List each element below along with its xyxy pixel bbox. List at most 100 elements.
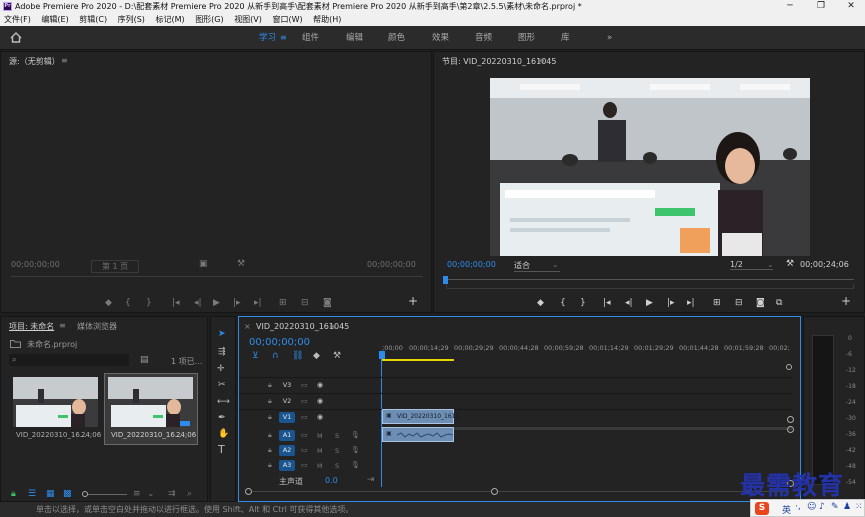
master-track-value[interactable]: 0.0 — [325, 476, 338, 485]
program-timecode-left[interactable]: 00;00;00;00 — [447, 260, 496, 269]
add-marker-icon[interactable]: ◆ — [313, 351, 320, 361]
chevron-down-icon[interactable]: ⌄ — [767, 260, 774, 269]
lock-icon[interactable]: 🔒︎ — [268, 445, 272, 455]
chevron-down-icon[interactable]: ⌄ — [552, 260, 559, 269]
source-play-icon[interactable]: ▶ — [213, 298, 220, 308]
track-label-a3[interactable]: A3 — [279, 460, 295, 471]
grid-icon[interactable]: ⁙ — [855, 502, 863, 512]
source-goto-in-icon[interactable]: |◂ — [172, 298, 180, 308]
workspace-tab-effects[interactable]: 效果 — [432, 26, 449, 50]
eye-icon[interactable]: ◉ — [317, 396, 323, 406]
program-zoom-bar[interactable] — [446, 284, 854, 289]
panel-menu-icon[interactable]: ≡ — [538, 56, 545, 65]
close-button[interactable]: ✕ — [836, 0, 865, 13]
audio-clip[interactable]: ▣ — [382, 427, 454, 442]
shirt-icon[interactable]: ♟ — [843, 502, 851, 512]
panel-menu-icon[interactable]: ≡ — [329, 322, 336, 331]
workspace-tab-learn[interactable]: 学习 — [259, 26, 276, 50]
track-label-v1[interactable]: V1 — [279, 412, 295, 423]
source-step-back-icon[interactable]: ◂| — [194, 298, 202, 308]
program-playhead[interactable] — [443, 276, 448, 284]
lock-icon[interactable]: 🔒︎ — [268, 396, 272, 406]
program-marker-icon[interactable]: ◆ — [537, 298, 544, 308]
master-track-label[interactable]: 主声道 — [279, 476, 303, 487]
sogou-ime-icon[interactable]: S — [755, 502, 769, 515]
menu-graphics[interactable]: 图形(G) — [195, 13, 223, 26]
microphone-icon[interactable]: 🎙︎ — [351, 445, 360, 455]
menu-file[interactable]: 文件(F) — [4, 13, 31, 26]
track-select-tool-icon[interactable]: ⇶ — [218, 347, 226, 357]
vertical-scroll-handle[interactable] — [787, 416, 794, 423]
list-view-icon[interactable]: ☰ — [28, 489, 36, 499]
lock-icon[interactable]: 🔒︎ — [268, 412, 272, 422]
program-timecode-right[interactable]: 00;00;24;06 — [800, 260, 849, 269]
chevron-down-icon[interactable]: ⌄ — [147, 489, 155, 499]
workspace-tab-editing[interactable]: 编辑 — [346, 26, 363, 50]
program-wrench-icon[interactable]: ⚒ — [786, 259, 794, 269]
program-video-frame[interactable] — [490, 78, 810, 256]
mute-button[interactable]: M — [317, 461, 323, 471]
program-add-button-icon[interactable]: + — [841, 295, 851, 307]
minimize-button[interactable]: ─ — [775, 0, 805, 13]
vertical-scroll-handle[interactable] — [787, 426, 794, 433]
sort-icon[interactable]: ≡ — [133, 489, 141, 499]
workspace-tab-graphics[interactable]: 图形 — [518, 26, 535, 50]
mute-button[interactable]: M — [317, 431, 323, 441]
slip-tool-icon[interactable]: ⟷ — [217, 397, 230, 407]
program-in-icon[interactable]: { — [560, 298, 566, 308]
source-insert-icon[interactable]: ⊞ — [279, 298, 287, 308]
source-page-select[interactable]: 第 1 页 — [91, 260, 140, 273]
nest-icon[interactable]: ⊻ — [252, 351, 259, 361]
menu-view[interactable]: 视图(V) — [234, 13, 262, 26]
sync-lock-icon[interactable]: ▭ — [301, 430, 308, 440]
close-icon[interactable]: × — [244, 322, 251, 331]
hand-tool-icon[interactable]: ✋ — [218, 429, 229, 439]
program-compare-icon[interactable]: ⧉ — [776, 298, 782, 308]
snap-icon[interactable]: ∩ — [272, 351, 279, 361]
program-step-back-icon[interactable]: ◂| — [625, 298, 633, 308]
lock-icon[interactable]: 🔒︎ — [268, 430, 272, 440]
menu-edit[interactable]: 编辑(E) — [41, 13, 68, 26]
voice-icon[interactable]: ♪ — [819, 502, 825, 512]
source-settings-icon[interactable]: ▣ — [199, 259, 208, 269]
playhead-handle[interactable] — [379, 351, 385, 359]
menu-window[interactable]: 窗口(W) — [272, 13, 302, 26]
sync-lock-icon[interactable]: ▭ — [301, 380, 308, 390]
freeform-view-icon[interactable]: ▩ — [63, 489, 72, 499]
source-monitor-title[interactable]: 源:（无剪辑） — [9, 56, 60, 67]
program-camera-icon[interactable]: ◙ — [756, 298, 765, 308]
sync-lock-icon[interactable]: ▭ — [301, 460, 308, 470]
lock-icon[interactable]: 🔒︎ — [11, 489, 16, 499]
horizontal-scroll-bar[interactable] — [249, 491, 789, 492]
razor-tool-icon[interactable]: ✂ — [218, 380, 226, 390]
mute-button[interactable]: M — [317, 446, 323, 456]
type-tool-icon[interactable]: T — [218, 444, 225, 455]
time-ruler[interactable]: ;00;00 00;00;14;29 00;00;29;29 00;00;44;… — [382, 339, 792, 353]
source-scrub-bar[interactable] — [11, 276, 423, 277]
source-overwrite-icon[interactable]: ⊟ — [301, 298, 309, 308]
emoji-icon[interactable]: ☺ — [807, 502, 816, 512]
automate-icon[interactable]: ⇉ — [168, 489, 176, 499]
workspace-menu-icon[interactable]: ≡ — [280, 26, 287, 50]
sync-lock-icon[interactable]: ▭ — [301, 412, 308, 422]
workspace-tab-assembly[interactable]: 组件 — [302, 26, 319, 50]
workspace-tab-color[interactable]: 颜色 — [388, 26, 405, 50]
program-scrub-bar[interactable] — [446, 279, 854, 280]
work-area-bar[interactable] — [382, 359, 454, 361]
source-add-button-icon[interactable]: + — [408, 295, 418, 307]
ripple-edit-tool-icon[interactable]: ✛ — [217, 364, 225, 374]
panel-menu-icon[interactable]: ≡ — [59, 321, 66, 330]
sync-lock-icon[interactable]: ▭ — [301, 445, 308, 455]
track-label-v3[interactable]: V3 — [279, 380, 295, 391]
program-lift-icon[interactable]: ⊞ — [713, 298, 721, 308]
program-step-forward-icon[interactable]: |▸ — [667, 298, 675, 308]
solo-button[interactable]: S — [335, 461, 339, 471]
project-search-input[interactable]: ⌕ — [9, 354, 129, 366]
clip-name-2[interactable]: VID_20220310_16... — [111, 431, 181, 439]
track-label-a1[interactable]: A1 — [279, 430, 295, 441]
home-icon[interactable] — [10, 32, 22, 43]
workspace-more-icon[interactable]: » — [607, 26, 612, 50]
track-label-v2[interactable]: V2 — [279, 396, 295, 407]
icon-view-icon[interactable]: ▦ — [46, 489, 55, 499]
tab-media-browser[interactable]: 媒体浏览器 — [77, 321, 117, 332]
